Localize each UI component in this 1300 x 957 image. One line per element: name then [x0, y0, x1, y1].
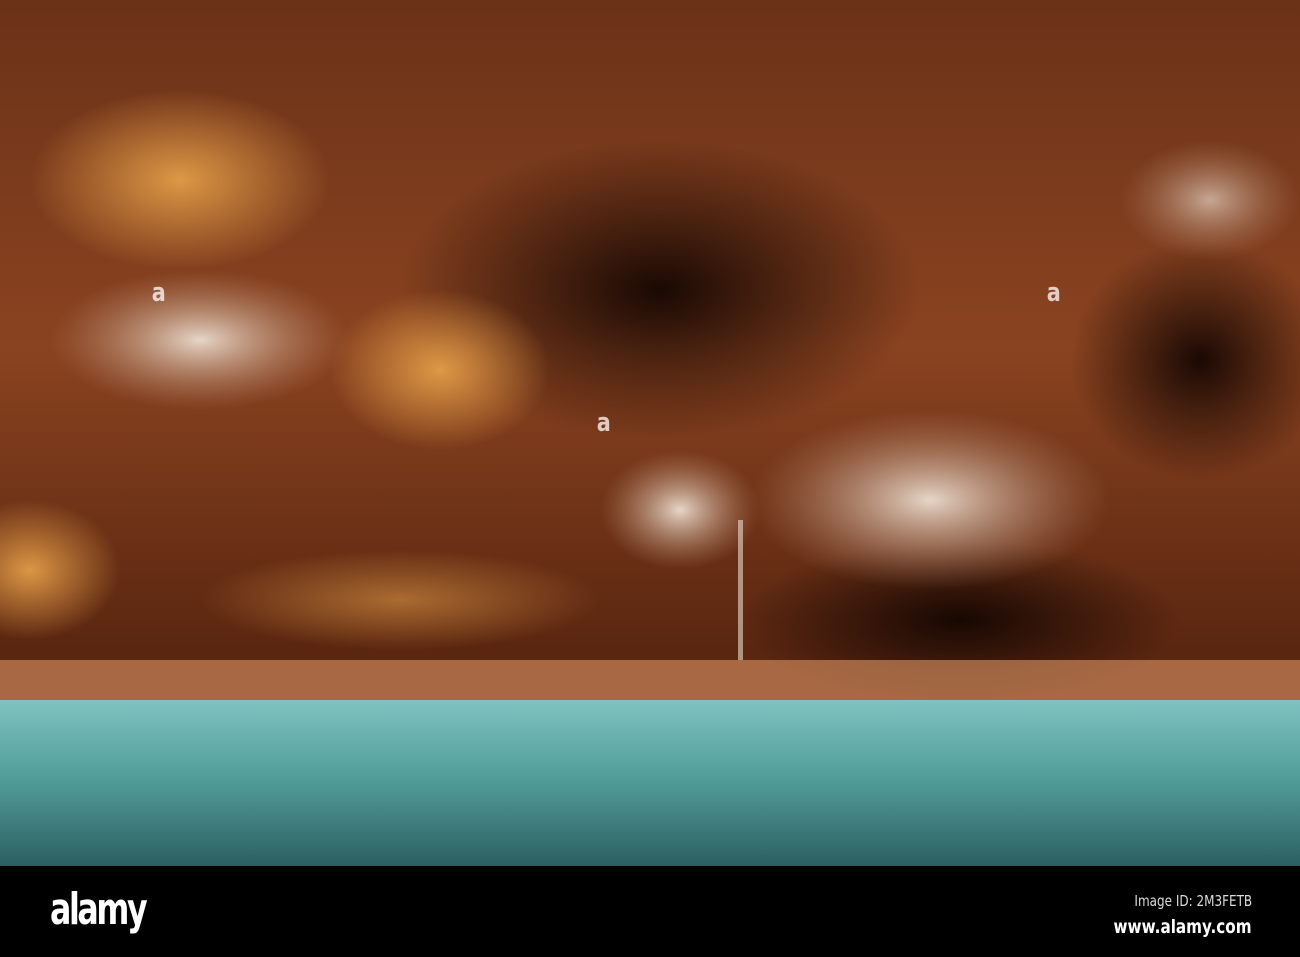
cave-scene [0, 0, 1300, 866]
waterfall [738, 520, 743, 660]
pool-water [0, 700, 1300, 866]
mineral-formation [50, 270, 350, 410]
watermark: a [1046, 278, 1061, 308]
image-id: Image ID: 2M3FETB [1134, 892, 1252, 910]
mineral-formation [600, 450, 760, 570]
website-link[interactable]: www.alamy.com [1114, 916, 1252, 938]
footer-bar: alamy Image ID: 2M3FETB www.alamy.com [0, 866, 1300, 957]
alamy-logo[interactable]: alamy [50, 884, 148, 935]
stock-photo-page: a a a alamy Image ID: 2M3FETB www.alamy.… [0, 0, 1300, 957]
mineral-formation [750, 410, 1110, 590]
watermark: a [596, 408, 611, 438]
watermark: a [151, 278, 166, 308]
pool-ledge [0, 660, 1300, 705]
cave-photo: a a a [0, 0, 1300, 866]
